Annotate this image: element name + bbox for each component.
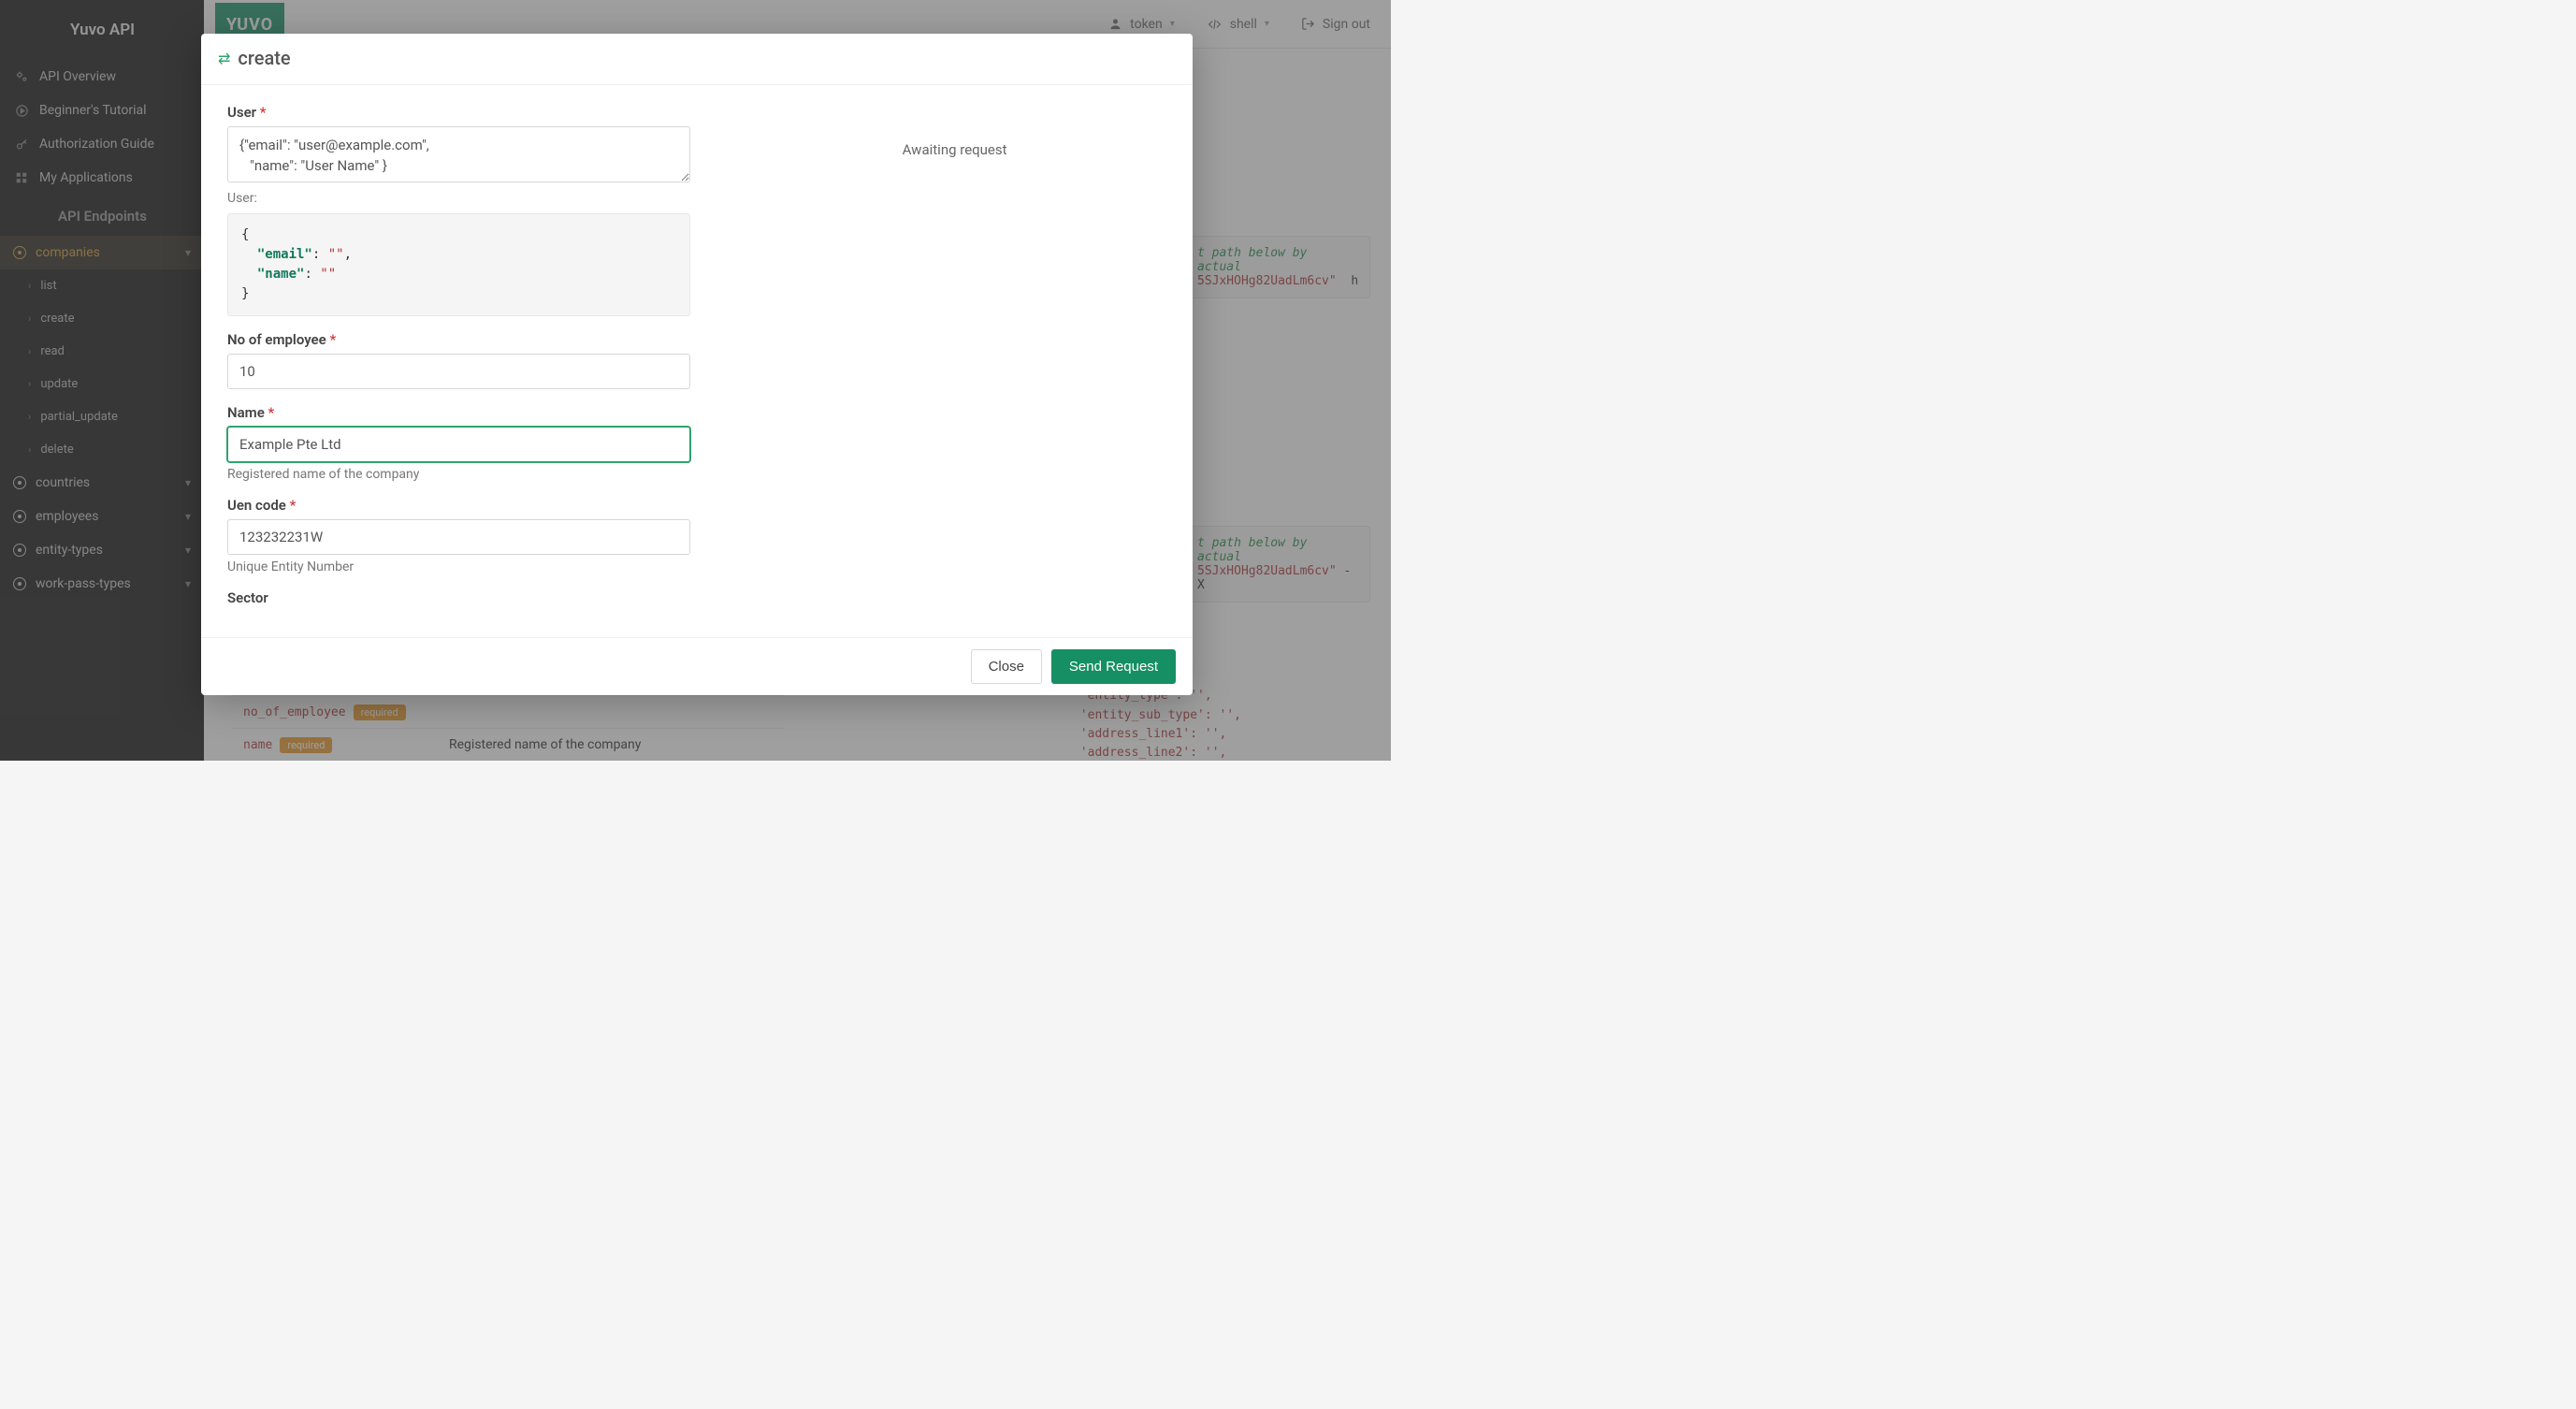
user-json-preview: { "email": "", "name": ""} [227,213,690,316]
no-employee-input[interactable] [227,354,690,389]
user-input[interactable] [227,126,690,182]
modal-body: User * User: { "email": "", "name": ""} … [201,85,1193,637]
field-no-employee: No of employee * [227,331,690,389]
awaiting-text: Awaiting request [903,141,1007,158]
result-column: Awaiting request [716,85,1193,637]
close-button[interactable]: Close [971,649,1042,684]
modal-header: ⇄ create [201,34,1193,85]
label-no-employee: No of employee * [227,331,690,348]
user-hint: User: [227,191,690,206]
label-name: Name * [227,404,690,421]
modal-footer: Close Send Request [201,637,1193,695]
label-sector: Sector [227,589,690,606]
swap-icon: ⇄ [218,50,230,67]
name-hint: Registered name of the company [227,467,690,482]
field-uen: Uen code * Unique Entity Number [227,497,690,574]
field-name: Name * Registered name of the company [227,404,690,482]
field-user: User * User: { "email": "", "name": ""} [227,104,690,316]
modal-title: create [238,47,290,69]
uen-input[interactable] [227,519,690,555]
form-column: User * User: { "email": "", "name": ""} … [201,85,716,637]
send-request-button[interactable]: Send Request [1051,649,1176,684]
uen-hint: Unique Entity Number [227,559,690,574]
create-modal: ⇄ create User * User: { "email": "", "na… [201,34,1193,695]
label-user: User * [227,104,690,121]
field-sector: Sector [227,589,690,606]
label-uen: Uen code * [227,497,690,514]
name-input[interactable] [227,427,690,462]
